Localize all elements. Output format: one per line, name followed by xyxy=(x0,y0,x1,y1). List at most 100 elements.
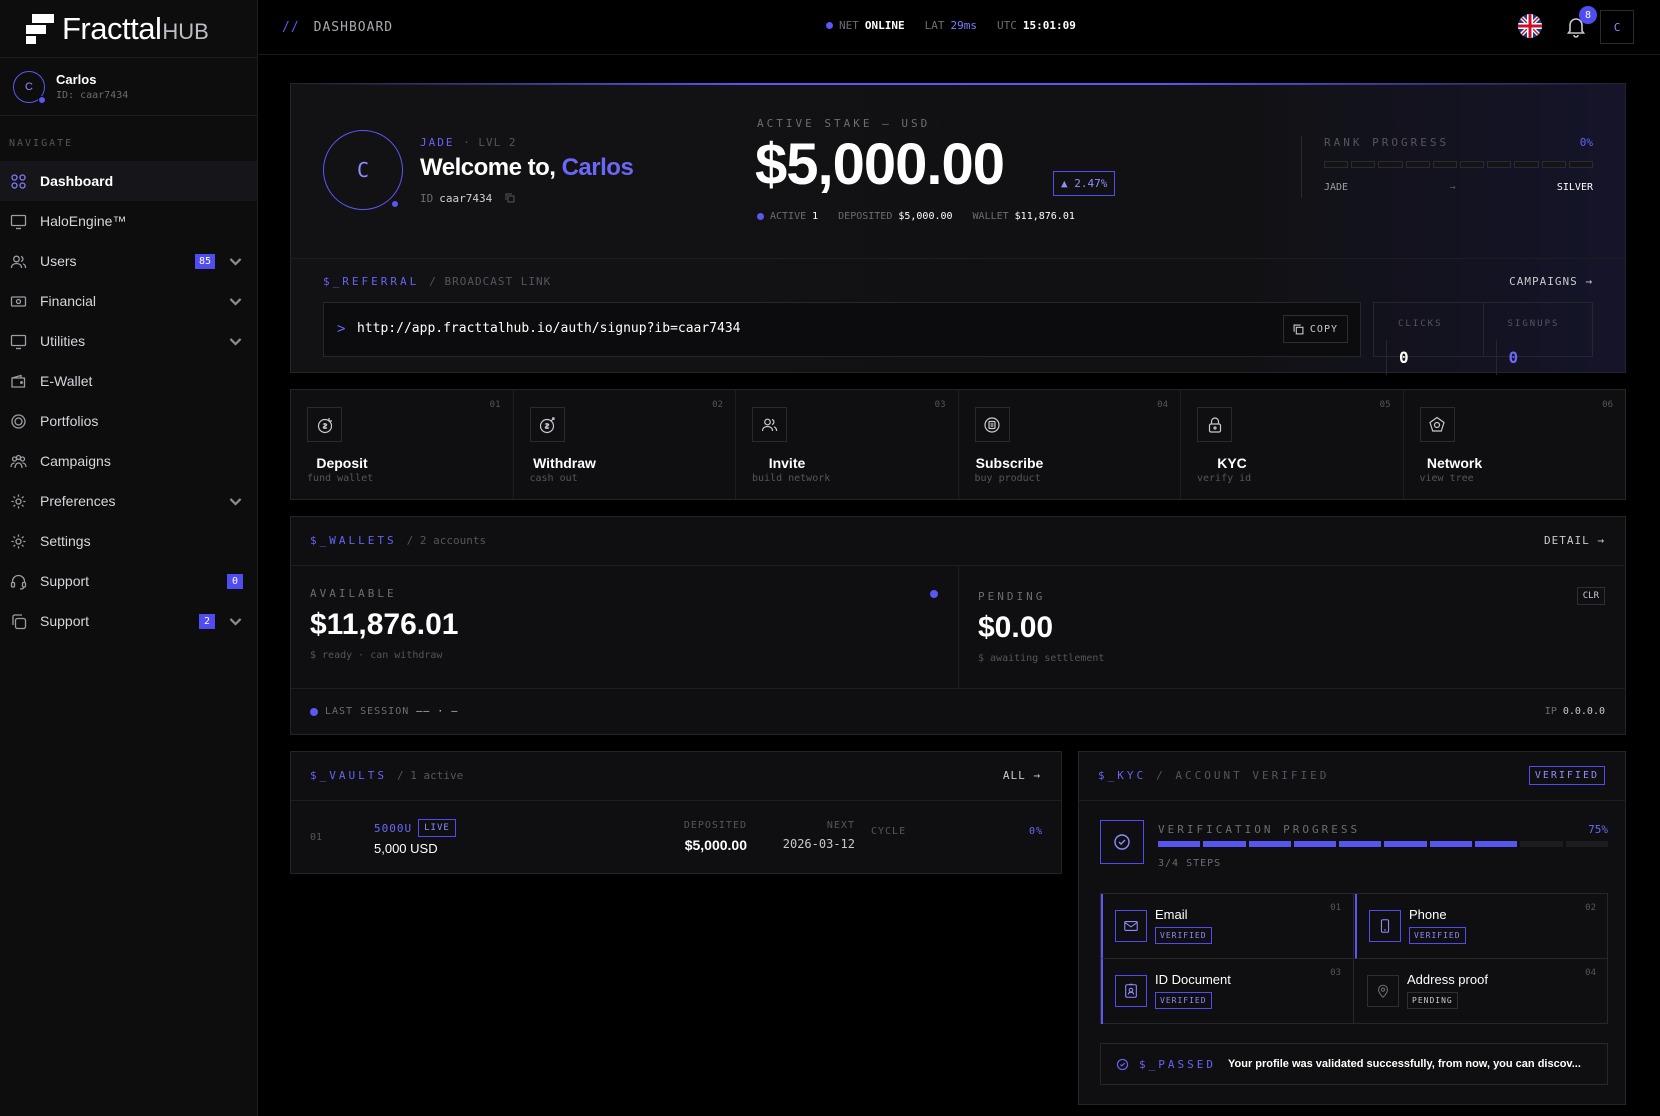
rank-from: JADE xyxy=(1324,182,1349,193)
user-card[interactable]: C Carlos ID: caar7434 xyxy=(0,58,257,116)
chevron-down-icon[interactable] xyxy=(227,493,244,510)
chevron-down-icon[interactable] xyxy=(227,293,244,310)
system-status: NET ONLINE LAT 29ms UTC 15:01:09 xyxy=(826,19,1090,32)
sidebar-item-campaigns[interactable]: Campaigns xyxy=(0,441,257,481)
sidebar-item-label: Financial xyxy=(40,293,97,309)
progress-segment xyxy=(1203,841,1246,847)
sidebar-item-e-wallet[interactable]: E-Wallet xyxy=(0,361,257,401)
sidebar-item-label: Utilities xyxy=(40,333,86,349)
copy-button[interactable]: COPY xyxy=(1282,315,1348,343)
sidebar-item-support[interactable]: Support 0 xyxy=(0,561,257,601)
kyc-status-badge: VERIFIED xyxy=(1409,927,1466,944)
kyc-status-badge: VERIFIED xyxy=(1155,992,1212,1009)
action-subtitle: build network xyxy=(752,473,831,484)
session-dot xyxy=(310,707,318,716)
verification-percent: 75% xyxy=(1588,823,1608,836)
utc-value: 15:01:09 xyxy=(1022,19,1076,32)
kyc-step-number: 01 xyxy=(1330,903,1341,913)
action-title: Network xyxy=(1426,455,1483,471)
monitor-icon xyxy=(10,214,27,229)
action-subtitle: verify id xyxy=(1197,473,1252,484)
sidebar-item-settings[interactable]: Settings xyxy=(0,521,257,561)
divider xyxy=(291,258,1625,259)
sidebar-item-support[interactable]: Support 2 xyxy=(0,601,257,641)
available-wallet[interactable]: AVAILABLE $11,876.01 $ ready · can withd… xyxy=(291,565,959,688)
active-dot xyxy=(930,590,938,598)
breadcrumb-slashes: // xyxy=(282,19,300,35)
notification-badge: 8 xyxy=(1579,6,1597,24)
tier-label: JADE · LVL 2 xyxy=(420,136,517,149)
network-icon xyxy=(1419,407,1455,442)
id-card-icon xyxy=(1115,975,1147,1007)
action-withdraw[interactable]: 02 Withdraw cash out xyxy=(514,390,736,499)
copy-icon[interactable] xyxy=(505,193,515,203)
verified-badge: VERIFIED xyxy=(1528,766,1605,785)
referral-link-box[interactable]: > http://app.fracttalhub.io/auth/signup?… xyxy=(323,302,1361,357)
action-subtitle: cash out xyxy=(529,473,578,484)
user-name: Carlos xyxy=(56,72,97,87)
gear-icon xyxy=(11,534,26,548)
verification-progress: VERIFICATION PROGRESS 75% 3/4 STEPS xyxy=(1100,820,1608,869)
action-kyc[interactable]: 05 KYC verify id xyxy=(1181,390,1404,499)
sidebar-item-financial[interactable]: Financial xyxy=(0,281,257,321)
deposited-value: $5,000.00 xyxy=(898,211,953,222)
sidebar-item-utilities[interactable]: Utilities xyxy=(0,321,257,361)
sidebar-item-haloengine[interactable]: HaloEngine™ xyxy=(0,201,257,241)
action-invite[interactable]: 03 Invite build network xyxy=(736,390,959,499)
net-value: ONLINE xyxy=(864,19,905,32)
rank-segment xyxy=(1405,161,1430,168)
kyc-step-name: Address proof xyxy=(1407,972,1488,987)
kyc-step-address-proof[interactable]: Address proof 04 PENDING xyxy=(1355,959,1608,1024)
wallets-detail-link[interactable]: DETAIL → xyxy=(1544,534,1605,547)
sidebar-item-users[interactable]: Users 85 xyxy=(0,241,257,281)
lat-label: LAT xyxy=(924,19,945,32)
nav-list: Dashboard HaloEngine™ Users 85 Financial Util… xyxy=(0,161,257,641)
referral-url[interactable]: http://app.fracttalhub.io/auth/signup?ib… xyxy=(357,321,741,336)
count-badge: 0 xyxy=(227,573,243,589)
action-deposit[interactable]: 01 Deposit fund wallet xyxy=(291,390,514,499)
breadcrumb-current: DASHBOARD xyxy=(313,19,394,35)
vaults-all-link[interactable]: ALL → xyxy=(1003,769,1041,782)
action-title: Withdraw xyxy=(533,455,596,471)
withdraw-icon xyxy=(529,407,565,442)
count-badge: 2 xyxy=(199,613,215,629)
sidebar-item-portfolios[interactable]: Portfolios xyxy=(0,401,257,441)
kyc-step-email[interactable]: Email 01 VERIFIED xyxy=(1101,894,1354,959)
prompt-glyph: > xyxy=(337,321,346,337)
campaigns-link[interactable]: CAMPAIGNS → xyxy=(1509,275,1593,288)
sidebar-item-dashboard[interactable]: Dashboard xyxy=(0,161,257,201)
action-title: Deposit xyxy=(316,455,368,471)
lat-value: 29ms xyxy=(950,19,978,32)
breadcrumb: // DASHBOARD xyxy=(282,20,393,35)
action-network[interactable]: 06 Network view tree xyxy=(1404,390,1626,499)
sidebar-item-preferences[interactable]: Preferences xyxy=(0,481,257,521)
invite-icon xyxy=(752,407,787,442)
wallet-value: $11,876.01 xyxy=(1014,211,1075,222)
status-dot xyxy=(826,22,833,29)
chevron-down-icon[interactable] xyxy=(227,613,244,630)
uk-flag-icon[interactable] xyxy=(1518,14,1542,38)
stake-label: ACTIVE STAKE — USD xyxy=(757,117,931,130)
rank-segment xyxy=(1378,161,1403,168)
brand-suffix: HUB xyxy=(162,18,209,44)
chevron-down-icon[interactable] xyxy=(227,333,244,350)
kyc-status-badge: PENDING xyxy=(1407,992,1458,1009)
brand-name: Fracttal xyxy=(62,10,162,46)
kyc-step-id-document[interactable]: ID Document 03 VERIFIED xyxy=(1101,959,1354,1024)
hero-panel: C JADE · LVL 2 Welcome to, Carlos ID caar… xyxy=(290,83,1626,375)
chevron-down-icon[interactable] xyxy=(227,253,244,270)
pending-wallet[interactable]: PENDING $0.00 $ awaiting settlement xyxy=(959,565,1625,688)
kyc-step-phone[interactable]: Phone 02 VERIFIED xyxy=(1355,894,1608,959)
welcome-name: Carlos xyxy=(561,154,634,181)
wallets-heading: $_WALLETS/ 2 accounts xyxy=(310,534,487,547)
user-avatar-button[interactable]: C xyxy=(1600,10,1634,44)
action-title: Invite xyxy=(768,455,806,471)
stake-change-badge: ▲ 2.47% xyxy=(1053,171,1116,196)
clear-button[interactable]: CLR xyxy=(1576,587,1605,605)
referral-stats: CLICKS 0 SIGNUPS 0 xyxy=(1373,302,1593,375)
rank-progress-bar xyxy=(1324,161,1594,168)
action-number: 03 xyxy=(934,400,946,410)
action-subscribe[interactable]: 04 Subscribe buy product xyxy=(959,390,1181,499)
brand-logo[interactable]: Fracttal HUB xyxy=(0,0,257,58)
rank-segment xyxy=(1324,161,1349,168)
